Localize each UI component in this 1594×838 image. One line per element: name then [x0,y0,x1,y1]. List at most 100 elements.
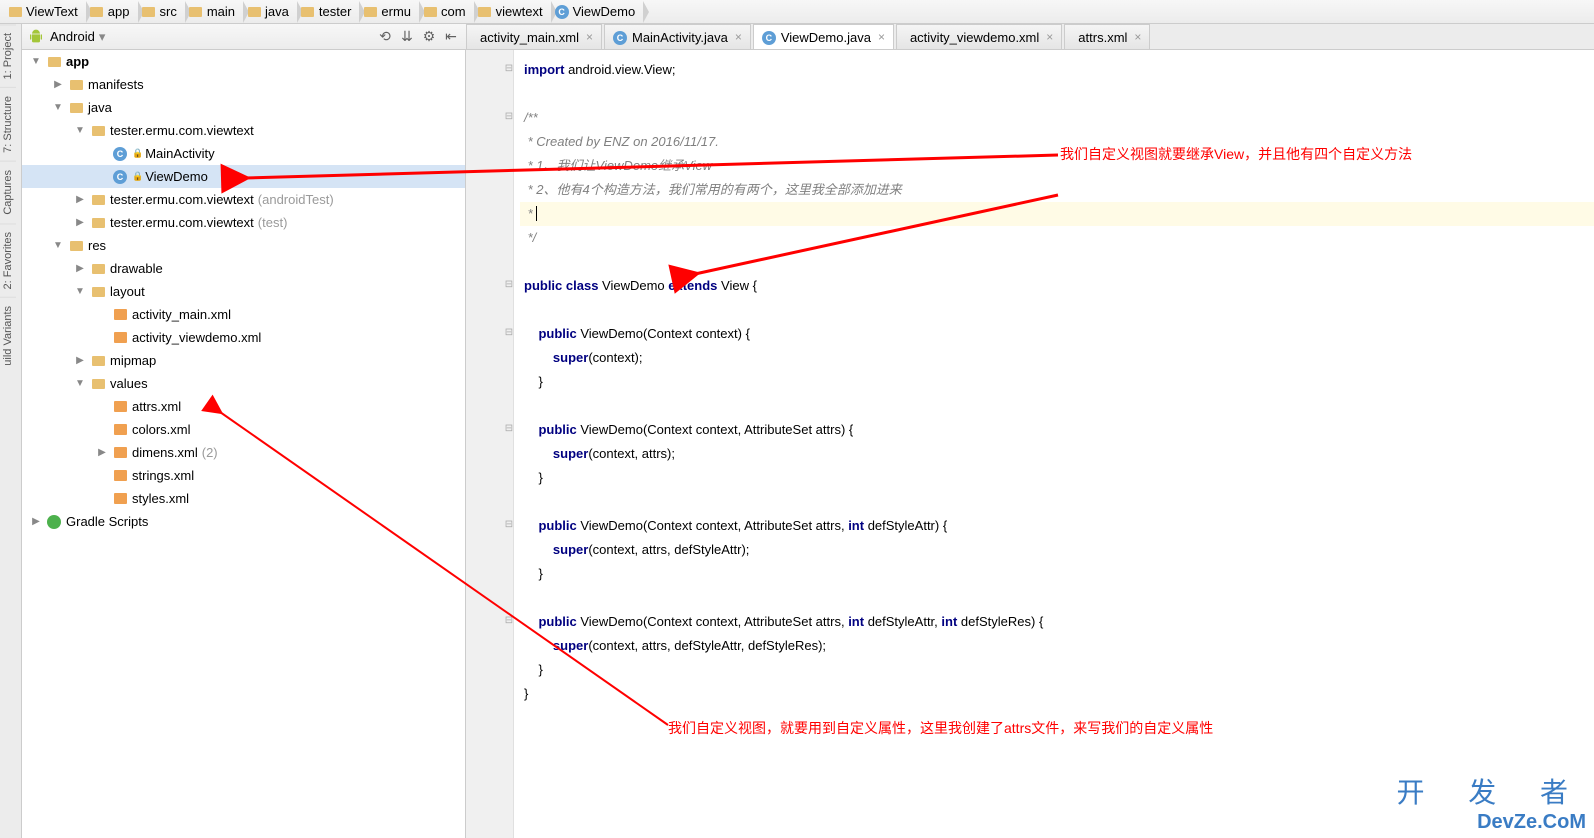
tree-node[interactable]: colors.xml [22,418,465,441]
dropdown-icon[interactable]: ▾ [99,29,106,45]
tool-window-tab[interactable]: 7: Structure [0,87,16,161]
breadcrumb-item[interactable]: viewtext [474,1,551,23]
tree-node[interactable]: activity_viewdemo.xml [22,326,465,349]
code-line[interactable]: super(context, attrs, defStyleAttr, defS… [524,634,1594,658]
tree-node[interactable]: ▶ Gradle Scripts [22,510,465,533]
tree-node[interactable]: ▶ manifests [22,73,465,96]
code-line[interactable]: public ViewDemo(Context context, Attribu… [524,418,1594,442]
tree-node[interactable]: ▼ app [22,50,465,73]
code-line[interactable]: super(context, attrs, defStyleAttr); [524,538,1594,562]
tree-label: tester.ermu.com.viewtext [110,192,254,207]
tree-arrow[interactable]: ▼ [52,240,64,251]
code-line[interactable] [524,394,1594,418]
tree-arrow[interactable]: ▶ [30,516,42,527]
tree-arrow[interactable]: ▶ [74,355,86,366]
code-line[interactable]: public class ViewDemo extends View { [524,274,1594,298]
fold-icon[interactable]: ⊟ [504,58,514,80]
tree-node[interactable]: ▶ tester.ermu.com.viewtext (test) [22,211,465,234]
code-line[interactable]: } [524,370,1594,394]
fold-icon[interactable]: ⊟ [504,610,514,632]
tool-window-tab[interactable]: 1: Project [0,24,16,87]
tree-node[interactable]: C 🔒 ViewDemo [22,165,465,188]
breadcrumb-item[interactable]: src [138,1,185,23]
breadcrumb-item[interactable]: tester [297,1,360,23]
tree-node[interactable]: ▶ tester.ermu.com.viewtext (androidTest) [22,188,465,211]
tree-arrow[interactable]: ▼ [74,286,86,297]
code-line[interactable] [524,490,1594,514]
tool-window-tab[interactable]: Captures [0,161,16,223]
tree-node[interactable]: ▼ values [22,372,465,395]
fold-icon[interactable]: ⊟ [504,514,514,536]
breadcrumb-item[interactable]: ermu [359,1,419,23]
editor-tab[interactable]: CViewDemo.java × [753,24,894,49]
tree-node[interactable]: ▶ dimens.xml (2) [22,441,465,464]
tree-arrow[interactable]: ▼ [52,102,64,113]
code-line[interactable] [524,298,1594,322]
code-line[interactable]: super(context); [524,346,1594,370]
collapse-icon[interactable]: ⇊ [398,28,416,46]
close-icon[interactable]: × [735,30,742,44]
editor-tab[interactable]: CMainActivity.java × [604,24,751,49]
hide-icon[interactable]: ⇤ [442,28,460,46]
tree-label: dimens.xml [132,445,198,460]
fold-icon[interactable]: ⊟ [504,274,514,296]
gear-icon[interactable]: ⚙ [420,28,438,46]
tree-node[interactable]: ▶ drawable [22,257,465,280]
fold-icon[interactable]: ⊟ [504,106,514,128]
code-line[interactable]: import android.view.View; [524,58,1594,82]
tree-arrow[interactable]: ▼ [30,56,42,67]
close-icon[interactable]: × [1134,30,1141,44]
tree-arrow[interactable]: ▼ [74,378,86,389]
close-icon[interactable]: × [1046,30,1053,44]
code-line[interactable]: } [524,562,1594,586]
close-icon[interactable]: × [878,30,885,44]
editor-tab[interactable]: attrs.xml × [1064,24,1150,49]
project-view-mode[interactable]: Android [50,29,95,44]
tree-node[interactable]: ▼ tester.ermu.com.viewtext [22,119,465,142]
tree-arrow[interactable]: ▶ [96,447,108,458]
tree-node[interactable]: ▶ mipmap [22,349,465,372]
tree-arrow[interactable]: ▼ [74,125,86,136]
sync-icon[interactable]: ⟲ [376,28,394,46]
fold-icon[interactable]: ⊟ [504,418,514,440]
close-icon[interactable]: × [586,30,593,44]
tree-node[interactable]: styles.xml [22,487,465,510]
tool-window-tab[interactable]: uild Variants [0,297,16,374]
tree-node[interactable]: attrs.xml [22,395,465,418]
tree-arrow[interactable]: ▶ [52,79,64,90]
code-line[interactable]: * 2、他有4个构造方法，我们常用的有两个，这里我全部添加进来 [524,178,1594,202]
tree-node[interactable]: strings.xml [22,464,465,487]
tree-node[interactable]: C 🔒 MainActivity [22,142,465,165]
code-line[interactable] [524,250,1594,274]
fold-icon[interactable]: ⊟ [504,322,514,344]
tool-window-tab[interactable]: 2: Favorites [0,223,16,297]
code-line[interactable]: public ViewDemo(Context context) { [524,322,1594,346]
tree-arrow[interactable]: ▶ [74,194,86,205]
code-line[interactable] [524,82,1594,106]
tree-node[interactable]: ▼ res [22,234,465,257]
code-line[interactable]: super(context, attrs); [524,442,1594,466]
code-line[interactable]: /** [524,106,1594,130]
tree-node[interactable]: ▼ java [22,96,465,119]
code-line[interactable]: } [524,682,1594,706]
code-line[interactable]: } [524,658,1594,682]
code-line[interactable]: public ViewDemo(Context context, Attribu… [524,610,1594,634]
tree-node[interactable]: ▼ layout [22,280,465,303]
code-line[interactable]: } [524,466,1594,490]
editor-tab[interactable]: activity_main.xml × [466,24,602,49]
editor-tab[interactable]: activity_viewdemo.xml × [896,24,1062,49]
code-line[interactable]: public ViewDemo(Context context, Attribu… [524,514,1594,538]
breadcrumb-item[interactable]: app [86,1,138,23]
tree-arrow[interactable]: ▶ [74,217,86,228]
code-line[interactable]: */ [524,226,1594,250]
breadcrumb-item[interactable]: com [419,1,474,23]
breadcrumb-item[interactable]: main [185,1,243,23]
code-line[interactable] [524,586,1594,610]
tree-arrow[interactable]: ▶ [74,263,86,274]
project-tree[interactable]: ▼ app ▶ manifests ▼ java ▼ tester.ermu.c… [22,50,466,838]
breadcrumb-item[interactable]: CViewDemo [551,1,644,23]
tree-node[interactable]: activity_main.xml [22,303,465,326]
code-line[interactable]: * [520,202,1594,226]
breadcrumb-item[interactable]: java [243,1,297,23]
breadcrumb-item[interactable]: ViewText [4,1,86,23]
